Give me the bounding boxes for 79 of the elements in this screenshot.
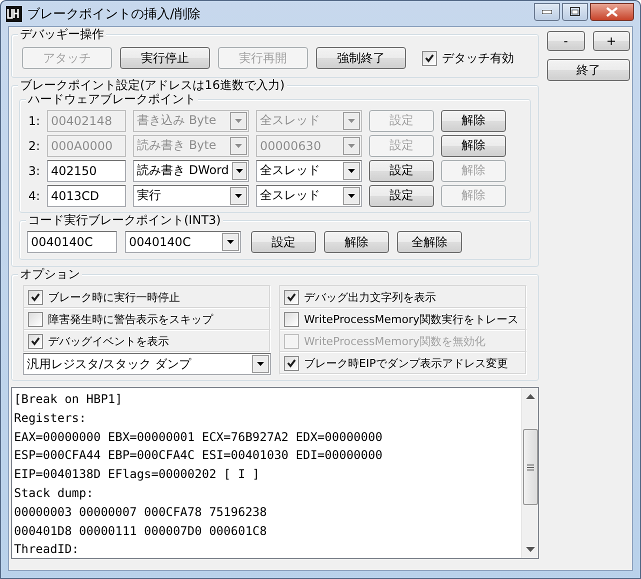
maximize-button[interactable] [562, 2, 588, 20]
group-title: デバッギー操作 [18, 27, 106, 42]
log-line: EAX=00000000 EBX=00000001 ECX=76B927A2 EDX=00000000 [14, 428, 384, 446]
scroll-down-icon [526, 547, 534, 552]
checkmark-icon [287, 292, 296, 302]
checkbox[interactable] [284, 290, 299, 304]
group-title: ブレークポイント設定(アドレスは16進数で入力) [18, 78, 287, 93]
checkbox[interactable] [28, 312, 43, 326]
checkbox[interactable] [28, 290, 43, 304]
scroll-up-icon [526, 394, 534, 399]
log-line: ESP=000CFA44 EBP=000CFA4C ESI=00401030 EDI=00000000 [14, 447, 384, 464]
checkbox-label: ブレーク時EIPでダンプ表示アドレス変更 [304, 356, 508, 370]
dropdown-arrow-icon [227, 240, 234, 244]
checkbox-label: WriteProcessMemory関数を無効化 [304, 334, 486, 348]
checkbox[interactable] [28, 334, 43, 348]
dropdown-arrow-icon [236, 168, 243, 172]
thread-dropdown[interactable]: 全スレッド [256, 160, 362, 182]
group-title: オプション [18, 267, 82, 282]
checkbox-label: デバッグ出力文字列を表示 [304, 290, 436, 304]
checkbox-label: 障害発生時に警告表示をスキップ [48, 312, 213, 326]
exit-button[interactable]: 終了 [547, 59, 630, 81]
dropdown-arrow-icon [348, 144, 355, 148]
code-breakpoint-button[interactable]: 解除 [324, 231, 389, 253]
row-number: 2: [27, 138, 40, 152]
log-line: ThreadID: [14, 541, 80, 558]
log-line: Stack dump: [14, 484, 94, 502]
checkbox[interactable] [284, 312, 299, 326]
maximize-icon [570, 7, 580, 16]
checkmark-icon [425, 54, 434, 62]
close-button[interactable] [590, 2, 634, 20]
checkmark-icon [31, 336, 40, 346]
type-dropdown[interactable]: 読み書き DWord [133, 160, 249, 182]
dropdown-arrow-icon [235, 144, 242, 148]
checkmark-icon [287, 358, 296, 368]
checkbox-label: WriteProcessMemory関数実行をトレース [304, 312, 519, 326]
checkbox[interactable] [284, 356, 299, 370]
group-title: ハードウェアブレークポイント [26, 92, 198, 107]
checkbox-label: デタッチ有効 [442, 50, 514, 66]
thread-dropdown[interactable]: 全スレッド [256, 184, 362, 206]
window-title: ブレークポイントの挿入/削除 [27, 6, 202, 22]
scrollbar[interactable] [521, 388, 538, 558]
dropdown-arrow-icon [235, 194, 242, 198]
log-line: Registers: [14, 410, 88, 427]
dropdown-arrow-icon [348, 118, 355, 122]
group-title: コード実行ブレークポイント(INT3) [26, 213, 223, 228]
address-field[interactable]: 4013CD [47, 184, 126, 206]
row-number: 1: [27, 114, 40, 128]
checkbox[interactable] [422, 50, 437, 66]
code-breakpoint-button[interactable]: 設定 [251, 231, 316, 253]
action-button[interactable]: 強制終了 [316, 47, 406, 69]
minimize-icon [542, 10, 552, 14]
checkbox-label: ブレーク時に実行一時停止 [48, 290, 180, 304]
dropdown-arrow-icon [348, 168, 355, 172]
code-breakpoint-button[interactable]: 全解除 [397, 231, 462, 253]
dropdown-arrow-icon [348, 194, 355, 198]
dump-mode-dropdown[interactable]: 汎用レジスタ/スタック ダンプ [23, 353, 271, 375]
action-button[interactable]: 実行停止 [120, 47, 210, 69]
minimize-button[interactable] [534, 2, 560, 20]
address-dropdown[interactable]: 0040140C [125, 231, 241, 253]
log-line: [Break on HBP1] [14, 391, 124, 408]
increase-button[interactable]: + [592, 31, 630, 51]
row-number: 4: [27, 188, 40, 202]
dropdown-arrow-icon [257, 362, 264, 366]
set-button[interactable]: 設定 [369, 184, 434, 206]
type-dropdown[interactable]: 実行 [133, 184, 249, 206]
address-field[interactable]: 0040140C [27, 231, 117, 253]
row-number: 3: [27, 164, 40, 178]
decrease-button[interactable]: - [547, 31, 584, 51]
app-icon [6, 6, 22, 22]
grip-icon [526, 464, 534, 470]
dropdown-arrow-icon [235, 118, 242, 122]
address-field[interactable]: 402150 [47, 160, 126, 182]
checkmark-icon [31, 292, 40, 302]
log-line: 00000003 00000007 000CFA78 75196238 [14, 504, 268, 521]
log-line: 000401D8 00000111 000007D0 000601C8 [14, 522, 268, 540]
checkbox-label: デバッグイベントを表示 [48, 334, 169, 348]
set-button[interactable]: 設定 [369, 160, 434, 182]
close-icon [606, 6, 618, 16]
log-line: EIP=0040138D EFlags=00000202 [ I ] [14, 466, 261, 484]
